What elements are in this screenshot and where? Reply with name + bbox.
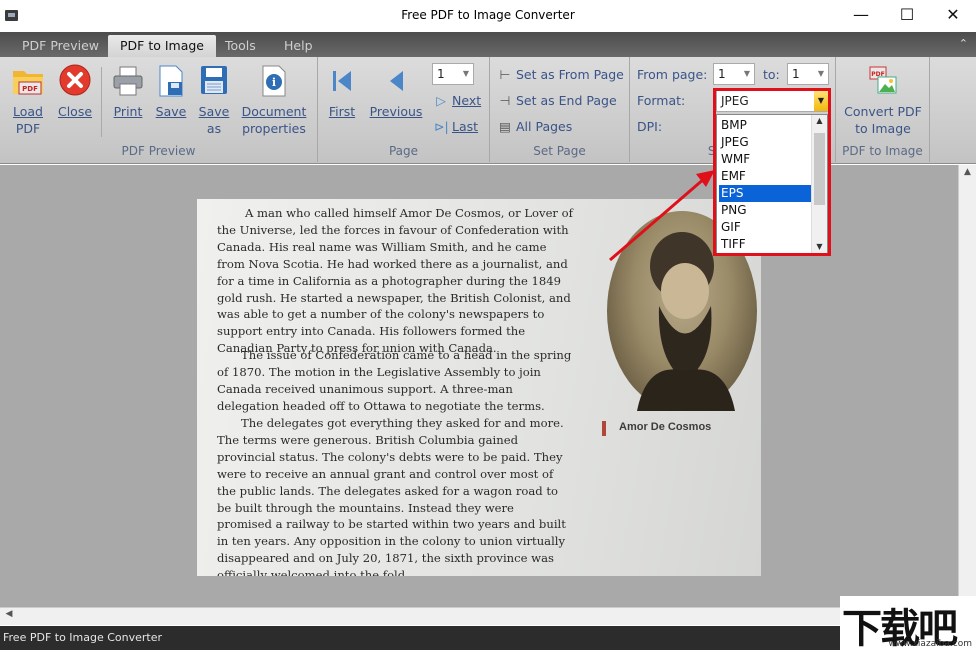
last-page-icon: ⊳|: [434, 119, 449, 134]
page-paragraph-2: The issue of Confederation came to a hea…: [217, 348, 572, 413]
group-label-pdf-to-image: PDF to Image: [842, 144, 923, 158]
first-page-icon: [333, 71, 351, 91]
previous-page-button[interactable]: Previous: [368, 63, 424, 120]
print-label: Print: [113, 104, 143, 119]
vertical-scrollbar[interactable]: ▲: [958, 165, 976, 608]
close-pdf-button[interactable]: Close: [55, 63, 95, 120]
page-number-select[interactable]: 1 ▼: [432, 63, 474, 85]
portrait-caption: Amor De Cosmos: [619, 421, 712, 433]
to-page-select[interactable]: 1 ▼: [787, 63, 829, 85]
from-page-value: 1: [718, 67, 726, 81]
page-paragraph-1: A man who called himself Amor De Cosmos,…: [217, 206, 573, 356]
next-label: Next: [452, 93, 482, 108]
document-properties-label-1: Document: [241, 104, 307, 119]
group-label-page: Page: [388, 144, 419, 158]
close-label: Close: [57, 104, 93, 119]
svg-text:i: i: [272, 76, 276, 89]
convert-label-1: Convert PDF: [844, 104, 922, 119]
group-page: First Previous 1 ▼ ▷ Next ⊳| Last Page: [318, 57, 490, 162]
tab-pdf-preview[interactable]: PDF Preview: [10, 35, 111, 57]
title-bar: Free PDF to Image Converter — ☐ ✕: [0, 0, 976, 32]
convert-pdf-to-image-button[interactable]: PDF Convert PDF to Image: [838, 63, 928, 137]
last-page-button[interactable]: ⊳| Last: [434, 119, 478, 134]
save-label: Save: [155, 104, 187, 119]
group-label-pdf-preview: PDF Preview: [121, 144, 196, 158]
set-as-from-page-button[interactable]: ⊢ Set as From Page: [498, 67, 624, 82]
group-pdf-preview: PDF Load PDF Close Print Save Save as i …: [0, 57, 318, 162]
caption-marker: [602, 421, 606, 436]
load-pdf-label-2: PDF: [15, 121, 41, 136]
load-pdf-label-1: Load: [13, 104, 43, 119]
chevron-down-icon: ▼: [462, 69, 470, 78]
svg-text:PDF: PDF: [22, 85, 38, 93]
scroll-up-icon[interactable]: ▲: [960, 167, 975, 182]
save-as-button[interactable]: Save as: [194, 63, 234, 137]
horizontal-scrollbar[interactable]: ◀: [0, 607, 958, 625]
tab-tools[interactable]: Tools: [213, 35, 268, 57]
all-pages-button[interactable]: ▤ All Pages: [498, 119, 572, 134]
status-bar: Free PDF to Image Converter: [0, 626, 976, 650]
from-page-label: From page:: [637, 67, 708, 82]
site-watermark: 下载吧 www.xiazaiba.com: [840, 596, 976, 652]
separator: [101, 67, 102, 137]
next-page-button[interactable]: ▷ Next: [434, 93, 481, 108]
convert-to-image-icon: PDF: [869, 66, 897, 94]
set-from-page-icon: ⊢: [499, 67, 511, 82]
save-as-icon: [201, 66, 227, 94]
from-page-select[interactable]: 1 ▼: [713, 63, 755, 85]
maximize-button[interactable]: ☐: [884, 0, 930, 30]
load-pdf-button[interactable]: PDF Load PDF: [6, 63, 50, 137]
document-properties-button[interactable]: i Document properties: [238, 63, 310, 137]
save-as-label-1: Save: [198, 104, 230, 119]
set-as-from-page-label: Set as From Page: [516, 67, 624, 82]
document-info-icon: i: [262, 65, 286, 97]
scroll-left-icon[interactable]: ◀: [2, 609, 16, 624]
set-as-end-page-button[interactable]: ⊣ Set as End Page: [498, 93, 617, 108]
ribbon-tabs: PDF Preview PDF to Image Tools Help ⌃: [0, 32, 976, 57]
printer-icon: [113, 66, 143, 96]
convert-label-2: to Image: [855, 121, 911, 136]
format-label: Format:: [637, 93, 686, 108]
close-icon: [59, 64, 91, 96]
save-document-icon: [159, 65, 183, 97]
first-page-button[interactable]: First: [324, 63, 360, 120]
to-label: to:: [763, 67, 780, 82]
all-pages-label: All Pages: [516, 119, 573, 134]
save-button[interactable]: Save: [151, 63, 191, 120]
watermark-url: www.xiazaiba.com: [888, 639, 972, 649]
print-button[interactable]: Print: [108, 63, 148, 120]
page-paragraph-3: The delegates got everything they asked …: [217, 416, 566, 576]
group-label-set-page: Set Page: [533, 144, 586, 158]
window-title: Free PDF to Image Converter: [401, 8, 575, 22]
annotation-arrow-icon: [609, 170, 715, 262]
first-label: First: [328, 104, 356, 119]
next-icon: ▷: [436, 93, 446, 108]
to-page-value: 1: [792, 67, 800, 81]
dpi-label: DPI:: [637, 119, 663, 134]
tab-pdf-to-image[interactable]: PDF to Image: [108, 35, 216, 57]
previous-label: Previous: [369, 104, 423, 119]
collapse-ribbon-icon[interactable]: ⌃: [959, 37, 968, 50]
all-pages-icon: ▤: [499, 119, 511, 134]
minimize-button[interactable]: —: [838, 0, 884, 30]
set-end-page-icon: ⊣: [499, 93, 511, 108]
last-label: Last: [452, 119, 479, 134]
chevron-down-icon: ▼: [817, 69, 825, 78]
previous-page-icon: [390, 71, 403, 91]
annotation-highlight-box: [713, 88, 831, 256]
tab-help[interactable]: Help: [272, 35, 325, 57]
close-window-button[interactable]: ✕: [930, 0, 976, 30]
page-number-value: 1: [437, 67, 445, 81]
document-properties-label-2: properties: [242, 121, 306, 136]
group-set-page: ⊢ Set as From Page ⊣ Set as End Page ▤ All …: [490, 57, 630, 162]
group-pdf-to-image: PDF Convert PDF to Image PDF to Image: [836, 57, 930, 162]
save-as-label-2: as: [206, 121, 222, 136]
chevron-down-icon: ▼: [743, 69, 751, 78]
folder-pdf-icon: PDF: [13, 71, 43, 95]
set-as-end-page-label: Set as End Page: [516, 93, 617, 108]
